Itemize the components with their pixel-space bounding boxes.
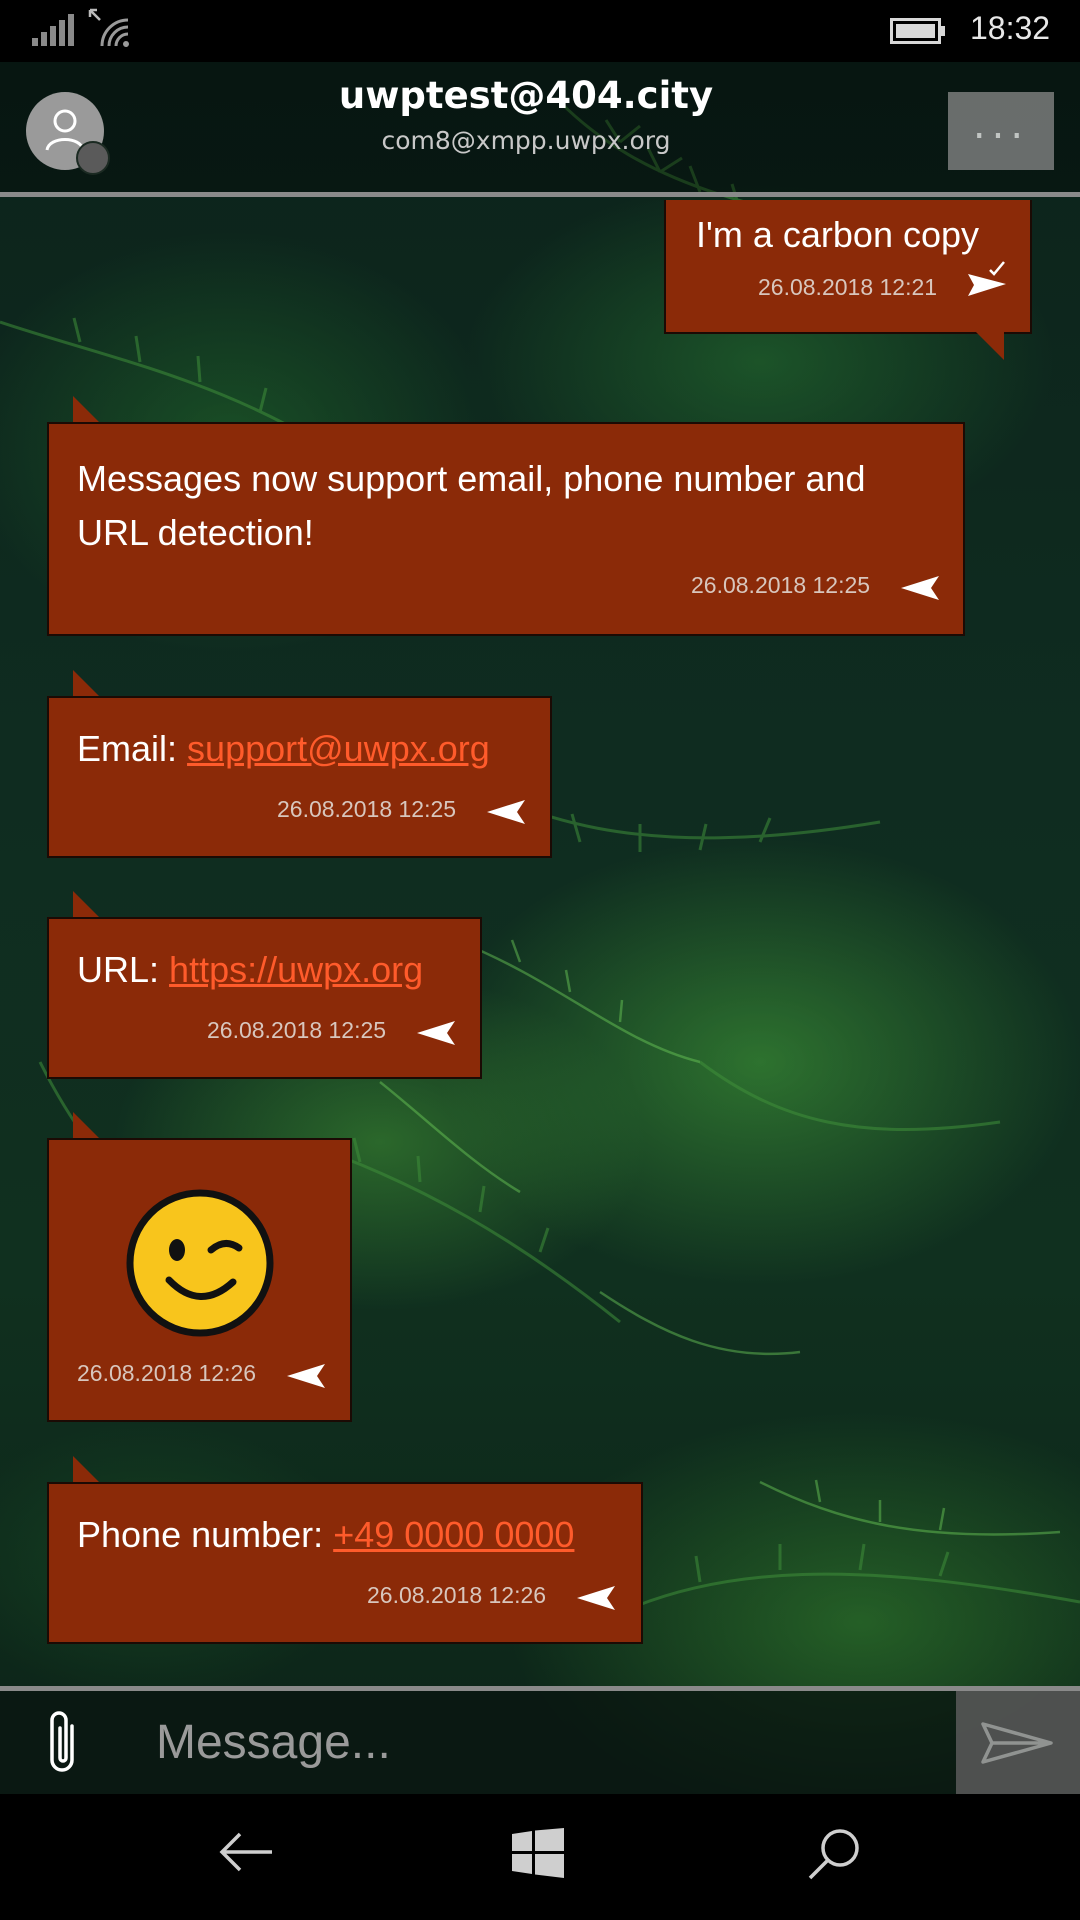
message-timestamp: 26.08.2018 12:25: [277, 796, 457, 822]
message-bubble-incoming[interactable]: Email: support@uwpx.org 26.08.2018 12:25: [47, 696, 552, 858]
email-link[interactable]: support@uwpx.org: [187, 728, 490, 769]
received-icon: [417, 1021, 455, 1045]
chat-title: uwptest@404.city: [338, 74, 714, 117]
windows-icon[interactable]: [512, 1828, 564, 1878]
url-link[interactable]: https://uwpx.org: [169, 949, 423, 990]
message-text: I'm a carbon copy: [696, 214, 980, 255]
more-icon: ...: [972, 102, 1030, 148]
status-bar: 18:32: [0, 0, 1080, 62]
wifi-icon: [88, 8, 129, 47]
winking-face-emoji: [126, 1189, 274, 1337]
message-timestamp: 26.08.2018 12:25: [691, 572, 871, 598]
message-timestamp: 26.08.2018 12:21: [758, 274, 938, 300]
message-bubble-incoming[interactable]: 26.08.2018 12:26: [47, 1138, 352, 1422]
message-label: URL:: [77, 949, 160, 990]
composer-divider: [0, 1686, 1080, 1691]
message-bubble-outgoing[interactable]: I'm a carbon copy 26.08.2018 12:21: [664, 200, 1032, 334]
more-button[interactable]: ...: [948, 92, 1054, 170]
message-timestamp: 26.08.2018 12:26: [77, 1360, 257, 1386]
message-timestamp: 26.08.2018 12:25: [207, 1017, 387, 1043]
message-label: Email:: [77, 728, 178, 769]
bubble-tail: [73, 396, 101, 424]
phone-link[interactable]: +49 0000 0000: [333, 1514, 574, 1555]
back-icon[interactable]: [218, 1830, 274, 1874]
message-text: Messages now support email, phone number…: [77, 458, 866, 553]
header-divider: [0, 192, 1080, 197]
received-icon: [577, 1586, 615, 1610]
bubble-tail: [73, 1456, 101, 1484]
system-nav-bar: [0, 1794, 1080, 1920]
message-bubble-incoming[interactable]: URL: https://uwpx.org 26.08.2018 12:25: [47, 917, 482, 1079]
message-timestamp: 26.08.2018 12:26: [367, 1582, 547, 1608]
message-input[interactable]: [156, 1702, 936, 1782]
search-icon[interactable]: [806, 1826, 862, 1882]
message-text: Email: support@uwpx.org: [77, 722, 490, 776]
received-icon: [901, 576, 939, 600]
received-icon: [287, 1364, 325, 1388]
bubble-tail: [73, 1112, 101, 1140]
send-button[interactable]: [956, 1691, 1080, 1794]
bubble-tail: [73, 670, 101, 698]
chat-subtitle: com8@xmpp.uwpx.org: [381, 126, 671, 155]
clock: 18:32: [970, 10, 1051, 46]
signal-icon: [32, 14, 74, 46]
message-label: Phone number:: [77, 1514, 324, 1555]
message-bubble-incoming[interactable]: Messages now support email, phone number…: [47, 422, 965, 636]
message-bubble-incoming[interactable]: Phone number: +49 0000 0000 26.08.2018 1…: [47, 1482, 643, 1644]
battery-icon: [890, 18, 945, 44]
message-text: Phone number: +49 0000 0000: [77, 1508, 574, 1562]
message-text: URL: https://uwpx.org: [77, 943, 423, 997]
received-icon: [487, 800, 525, 824]
bubble-tail: [976, 332, 1004, 360]
bubble-tail: [73, 891, 101, 919]
send-icon: [981, 1722, 1053, 1764]
attach-icon[interactable]: [44, 1708, 84, 1778]
delivered-icon: [968, 261, 1006, 296]
